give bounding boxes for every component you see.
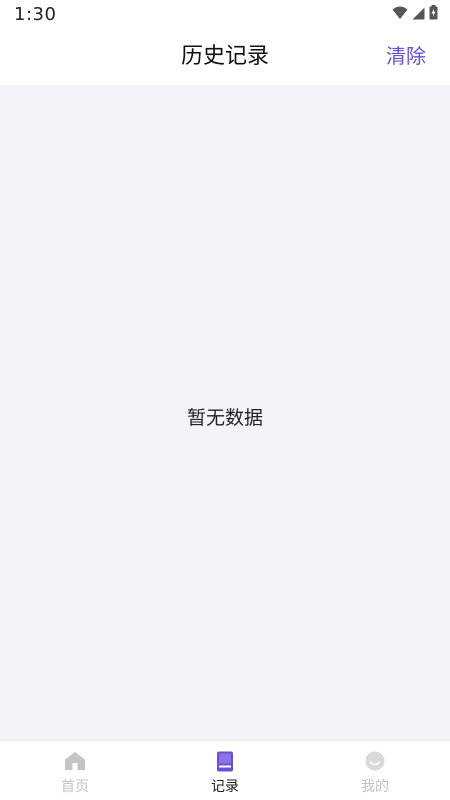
home-icon	[63, 749, 87, 773]
nav-item-profile[interactable]: 我的	[300, 741, 450, 800]
status-time: 1:30	[14, 3, 57, 25]
empty-state-text: 暂无数据	[186, 407, 263, 429]
page-title: 历史记录	[180, 44, 269, 69]
nav-label-profile: 我的	[361, 779, 389, 795]
nav-item-home[interactable]: 首页	[0, 741, 150, 800]
nav-label-records: 记录	[211, 779, 239, 795]
battery-charging-icon	[429, 4, 438, 24]
header: 历史记录 清除	[0, 28, 450, 85]
cellular-signal-icon	[412, 5, 425, 24]
nav-label-home: 首页	[61, 779, 89, 795]
wifi-icon	[392, 5, 408, 24]
history-content-area: 暂无数据	[0, 85, 450, 740]
nav-item-records[interactable]: 记录	[150, 741, 300, 800]
book-icon	[213, 749, 237, 773]
status-bar: 1:30	[0, 0, 450, 28]
clear-button[interactable]: 清除	[386, 28, 426, 85]
smiley-face-icon	[363, 749, 387, 773]
app-screen: 1:30 历史记录 清除 暂无数据 首页 记录 我的	[0, 0, 450, 800]
status-icons	[392, 4, 438, 24]
bottom-nav: 首页 记录 我的	[0, 740, 450, 800]
